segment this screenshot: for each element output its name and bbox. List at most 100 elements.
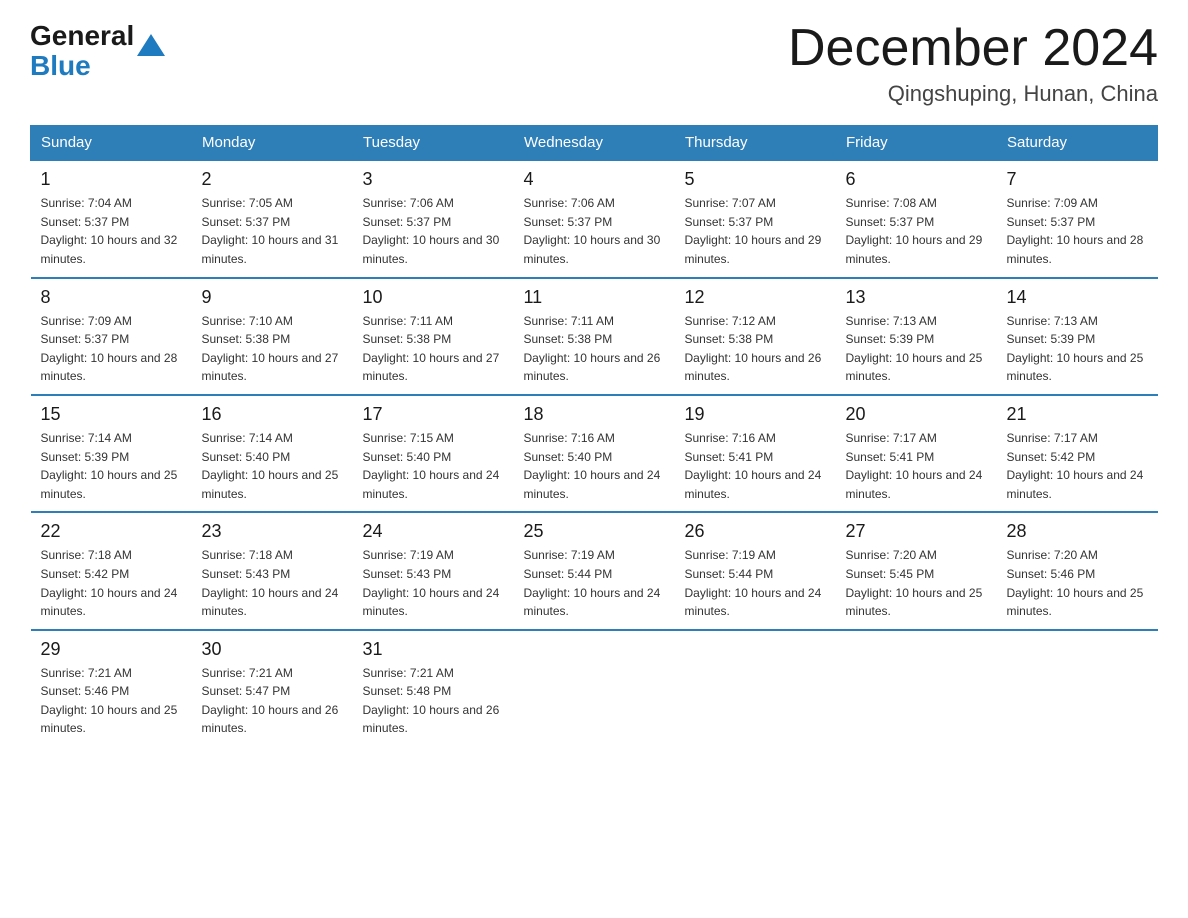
day-number: 15 — [41, 404, 182, 425]
table-row: 15 Sunrise: 7:14 AMSunset: 5:39 PMDaylig… — [31, 395, 192, 512]
table-row — [514, 630, 675, 746]
calendar-week-row: 22 Sunrise: 7:18 AMSunset: 5:42 PMDaylig… — [31, 512, 1158, 629]
day-number: 12 — [685, 287, 826, 308]
day-info: Sunrise: 7:21 AMSunset: 5:48 PMDaylight:… — [363, 666, 500, 736]
day-info: Sunrise: 7:11 AMSunset: 5:38 PMDaylight:… — [363, 314, 500, 384]
table-row: 29 Sunrise: 7:21 AMSunset: 5:46 PMDaylig… — [31, 630, 192, 746]
day-number: 1 — [41, 169, 182, 190]
day-info: Sunrise: 7:21 AMSunset: 5:46 PMDaylight:… — [41, 666, 178, 736]
day-info: Sunrise: 7:04 AMSunset: 5:37 PMDaylight:… — [41, 196, 178, 266]
day-number: 14 — [1007, 287, 1148, 308]
calendar-week-row: 29 Sunrise: 7:21 AMSunset: 5:46 PMDaylig… — [31, 630, 1158, 746]
table-row: 31 Sunrise: 7:21 AMSunset: 5:48 PMDaylig… — [353, 630, 514, 746]
day-info: Sunrise: 7:15 AMSunset: 5:40 PMDaylight:… — [363, 431, 500, 501]
table-row: 6 Sunrise: 7:08 AMSunset: 5:37 PMDayligh… — [836, 160, 997, 277]
day-number: 2 — [202, 169, 343, 190]
day-info: Sunrise: 7:18 AMSunset: 5:43 PMDaylight:… — [202, 548, 339, 618]
table-row: 3 Sunrise: 7:06 AMSunset: 5:37 PMDayligh… — [353, 160, 514, 277]
day-number: 20 — [846, 404, 987, 425]
header-monday: Monday — [192, 126, 353, 161]
day-number: 23 — [202, 521, 343, 542]
day-number: 22 — [41, 521, 182, 542]
table-row: 24 Sunrise: 7:19 AMSunset: 5:43 PMDaylig… — [353, 512, 514, 629]
table-row: 13 Sunrise: 7:13 AMSunset: 5:39 PMDaylig… — [836, 278, 997, 395]
day-number: 19 — [685, 404, 826, 425]
table-row: 26 Sunrise: 7:19 AMSunset: 5:44 PMDaylig… — [675, 512, 836, 629]
day-info: Sunrise: 7:13 AMSunset: 5:39 PMDaylight:… — [846, 314, 983, 384]
calendar-week-row: 1 Sunrise: 7:04 AMSunset: 5:37 PMDayligh… — [31, 160, 1158, 277]
day-number: 5 — [685, 169, 826, 190]
table-row: 20 Sunrise: 7:17 AMSunset: 5:41 PMDaylig… — [836, 395, 997, 512]
table-row: 2 Sunrise: 7:05 AMSunset: 5:37 PMDayligh… — [192, 160, 353, 277]
table-row: 16 Sunrise: 7:14 AMSunset: 5:40 PMDaylig… — [192, 395, 353, 512]
logo: General Blue — [30, 20, 165, 82]
day-info: Sunrise: 7:20 AMSunset: 5:46 PMDaylight:… — [1007, 548, 1144, 618]
table-row: 21 Sunrise: 7:17 AMSunset: 5:42 PMDaylig… — [997, 395, 1158, 512]
header-tuesday: Tuesday — [353, 126, 514, 161]
day-info: Sunrise: 7:13 AMSunset: 5:39 PMDaylight:… — [1007, 314, 1144, 384]
location-subtitle: Qingshuping, Hunan, China — [788, 81, 1158, 107]
days-header-row: Sunday Monday Tuesday Wednesday Thursday… — [31, 126, 1158, 161]
table-row: 12 Sunrise: 7:12 AMSunset: 5:38 PMDaylig… — [675, 278, 836, 395]
day-info: Sunrise: 7:09 AMSunset: 5:37 PMDaylight:… — [1007, 196, 1144, 266]
table-row: 28 Sunrise: 7:20 AMSunset: 5:46 PMDaylig… — [997, 512, 1158, 629]
table-row — [997, 630, 1158, 746]
day-info: Sunrise: 7:17 AMSunset: 5:42 PMDaylight:… — [1007, 431, 1144, 501]
header-sunday: Sunday — [31, 126, 192, 161]
calendar-week-row: 8 Sunrise: 7:09 AMSunset: 5:37 PMDayligh… — [31, 278, 1158, 395]
day-number: 25 — [524, 521, 665, 542]
table-row — [675, 630, 836, 746]
day-number: 6 — [846, 169, 987, 190]
calendar-week-row: 15 Sunrise: 7:14 AMSunset: 5:39 PMDaylig… — [31, 395, 1158, 512]
day-number: 3 — [363, 169, 504, 190]
calendar-table: Sunday Monday Tuesday Wednesday Thursday… — [30, 125, 1158, 746]
table-row: 25 Sunrise: 7:19 AMSunset: 5:44 PMDaylig… — [514, 512, 675, 629]
day-info: Sunrise: 7:10 AMSunset: 5:38 PMDaylight:… — [202, 314, 339, 384]
day-info: Sunrise: 7:19 AMSunset: 5:44 PMDaylight:… — [685, 548, 822, 618]
day-number: 11 — [524, 287, 665, 308]
day-number: 30 — [202, 639, 343, 660]
day-number: 9 — [202, 287, 343, 308]
table-row: 30 Sunrise: 7:21 AMSunset: 5:47 PMDaylig… — [192, 630, 353, 746]
day-number: 4 — [524, 169, 665, 190]
table-row: 5 Sunrise: 7:07 AMSunset: 5:37 PMDayligh… — [675, 160, 836, 277]
table-row: 4 Sunrise: 7:06 AMSunset: 5:37 PMDayligh… — [514, 160, 675, 277]
day-info: Sunrise: 7:16 AMSunset: 5:41 PMDaylight:… — [685, 431, 822, 501]
table-row: 18 Sunrise: 7:16 AMSunset: 5:40 PMDaylig… — [514, 395, 675, 512]
day-info: Sunrise: 7:16 AMSunset: 5:40 PMDaylight:… — [524, 431, 661, 501]
logo-triangle-icon — [137, 34, 165, 56]
day-info: Sunrise: 7:21 AMSunset: 5:47 PMDaylight:… — [202, 666, 339, 736]
day-info: Sunrise: 7:08 AMSunset: 5:37 PMDaylight:… — [846, 196, 983, 266]
day-info: Sunrise: 7:09 AMSunset: 5:37 PMDaylight:… — [41, 314, 178, 384]
table-row: 22 Sunrise: 7:18 AMSunset: 5:42 PMDaylig… — [31, 512, 192, 629]
table-row: 7 Sunrise: 7:09 AMSunset: 5:37 PMDayligh… — [997, 160, 1158, 277]
header-thursday: Thursday — [675, 126, 836, 161]
day-info: Sunrise: 7:12 AMSunset: 5:38 PMDaylight:… — [685, 314, 822, 384]
table-row: 23 Sunrise: 7:18 AMSunset: 5:43 PMDaylig… — [192, 512, 353, 629]
day-number: 28 — [1007, 521, 1148, 542]
day-info: Sunrise: 7:06 AMSunset: 5:37 PMDaylight:… — [524, 196, 661, 266]
table-row: 14 Sunrise: 7:13 AMSunset: 5:39 PMDaylig… — [997, 278, 1158, 395]
day-number: 21 — [1007, 404, 1148, 425]
day-number: 31 — [363, 639, 504, 660]
table-row: 19 Sunrise: 7:16 AMSunset: 5:41 PMDaylig… — [675, 395, 836, 512]
day-info: Sunrise: 7:14 AMSunset: 5:40 PMDaylight:… — [202, 431, 339, 501]
day-info: Sunrise: 7:14 AMSunset: 5:39 PMDaylight:… — [41, 431, 178, 501]
day-info: Sunrise: 7:20 AMSunset: 5:45 PMDaylight:… — [846, 548, 983, 618]
day-info: Sunrise: 7:05 AMSunset: 5:37 PMDaylight:… — [202, 196, 339, 266]
day-info: Sunrise: 7:19 AMSunset: 5:44 PMDaylight:… — [524, 548, 661, 618]
header-saturday: Saturday — [997, 126, 1158, 161]
day-number: 17 — [363, 404, 504, 425]
table-row: 17 Sunrise: 7:15 AMSunset: 5:40 PMDaylig… — [353, 395, 514, 512]
header-wednesday: Wednesday — [514, 126, 675, 161]
table-row: 8 Sunrise: 7:09 AMSunset: 5:37 PMDayligh… — [31, 278, 192, 395]
day-info: Sunrise: 7:06 AMSunset: 5:37 PMDaylight:… — [363, 196, 500, 266]
day-number: 13 — [846, 287, 987, 308]
table-row: 27 Sunrise: 7:20 AMSunset: 5:45 PMDaylig… — [836, 512, 997, 629]
day-number: 7 — [1007, 169, 1148, 190]
table-row: 10 Sunrise: 7:11 AMSunset: 5:38 PMDaylig… — [353, 278, 514, 395]
day-number: 26 — [685, 521, 826, 542]
day-info: Sunrise: 7:19 AMSunset: 5:43 PMDaylight:… — [363, 548, 500, 618]
day-number: 8 — [41, 287, 182, 308]
table-row: 11 Sunrise: 7:11 AMSunset: 5:38 PMDaylig… — [514, 278, 675, 395]
